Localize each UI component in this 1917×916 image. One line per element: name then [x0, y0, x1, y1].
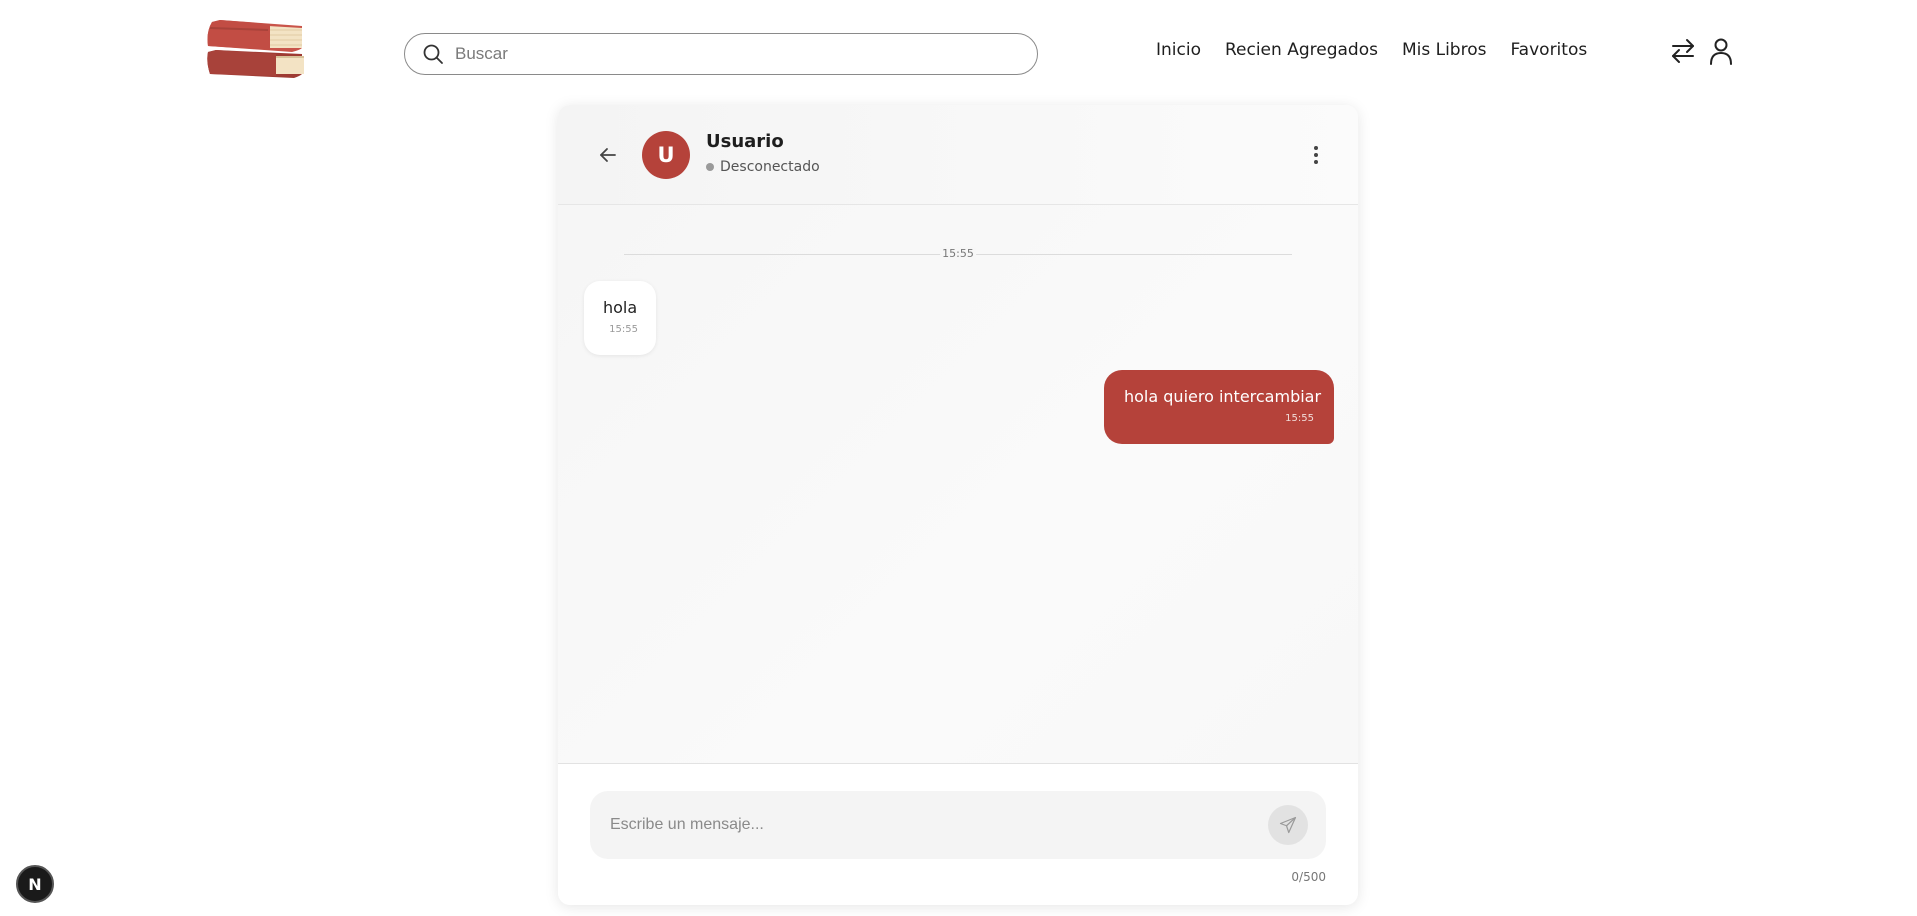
status-text: Desconectado — [720, 159, 820, 175]
send-button[interactable] — [1268, 805, 1308, 845]
dev-tools-badge[interactable]: N — [16, 865, 54, 903]
contact-status: Desconectado — [706, 159, 820, 175]
exchange-icon — [1672, 39, 1694, 63]
nav-link-mis-libros[interactable]: Mis Libros — [1402, 40, 1487, 60]
more-options-button[interactable] — [1304, 141, 1328, 169]
search-icon — [423, 44, 443, 64]
top-navbar: Inicio Recien Agregados Mis Libros Favor… — [0, 0, 1917, 105]
chat-header: U Usuario Desconectado — [558, 105, 1358, 205]
divider-time: 15:55 — [940, 247, 976, 260]
nav-link-recien-agregados[interactable]: Recien Agregados — [1225, 40, 1378, 60]
nav-link-favoritos[interactable]: Favoritos — [1510, 40, 1587, 60]
message-text: hola — [603, 298, 638, 317]
time-divider: 15:55 — [624, 247, 1292, 261]
back-button[interactable] — [596, 143, 620, 167]
nav-link-inicio[interactable]: Inicio — [1156, 40, 1201, 60]
search-bar[interactable] — [404, 33, 1038, 75]
contact-name: Usuario — [706, 131, 784, 152]
send-icon — [1279, 816, 1297, 834]
message-time: 15:55 — [1285, 413, 1314, 424]
outgoing-message: hola quiero intercambiar 15:55 — [1104, 370, 1334, 444]
books-logo[interactable] — [204, 18, 308, 80]
more-vertical-icon — [1314, 146, 1318, 164]
char-counter: 0/500 — [1291, 870, 1326, 884]
arrow-left-icon — [600, 148, 616, 162]
avatar: U — [642, 131, 690, 179]
incoming-message: hola 15:55 — [584, 281, 656, 355]
search-input[interactable] — [455, 44, 1015, 64]
message-time: 15:55 — [609, 324, 638, 335]
chat-window: U Usuario Desconectado 15:55 hola 15:55 … — [558, 105, 1358, 905]
exchange-button[interactable] — [1668, 34, 1698, 68]
profile-button[interactable] — [1706, 34, 1736, 68]
message-input-box — [590, 791, 1326, 859]
message-input[interactable] — [610, 813, 1250, 837]
status-dot-icon — [706, 163, 714, 171]
user-icon — [1710, 38, 1732, 65]
message-list[interactable]: 15:55 hola 15:55 hola quiero intercambia… — [558, 205, 1358, 763]
message-composer: 0/500 — [558, 763, 1358, 905]
main-nav: Inicio Recien Agregados Mis Libros Favor… — [1156, 40, 1587, 60]
message-text: hola quiero intercambiar — [1124, 387, 1322, 406]
